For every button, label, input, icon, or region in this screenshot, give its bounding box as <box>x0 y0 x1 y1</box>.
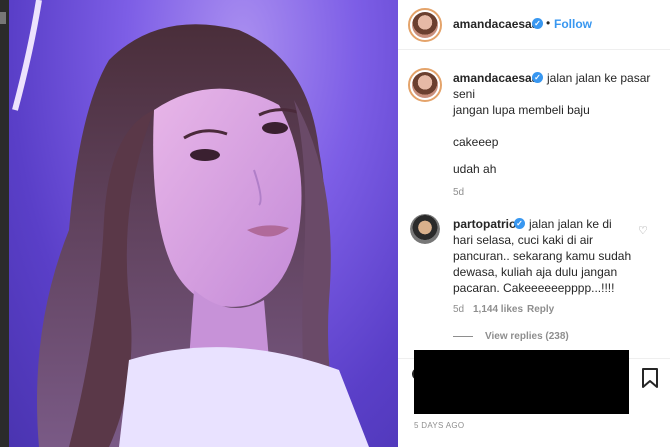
comment-line: pancuran.. sekarang kamu sudah <box>453 249 632 263</box>
view-replies-button[interactable]: View replies (238) <box>485 331 569 342</box>
post-header: amandacaesaa ✓ • Follow <box>398 0 670 50</box>
comment-line: jalan jalan ke di <box>529 217 612 231</box>
white-shirt <box>119 347 369 447</box>
right-eye <box>262 122 288 134</box>
comment-likes[interactable]: 1,144 likes <box>473 304 523 315</box>
background-window-edge <box>0 0 9 447</box>
selfie-illustration <box>12 0 369 447</box>
verified-badge-icon: ✓ <box>532 18 543 29</box>
caption-line: jalan jalan ke pasar <box>547 71 651 85</box>
commenter-avatar[interactable] <box>410 214 440 244</box>
caption-avatar[interactable] <box>408 68 442 102</box>
caption-line: seni <box>453 87 476 101</box>
background-fragment <box>0 12 6 24</box>
caption-timestamp[interactable]: 5d <box>453 187 464 198</box>
neon-light <box>12 0 42 111</box>
separator-dot: • <box>546 16 551 30</box>
reply-button[interactable]: Reply <box>527 304 554 315</box>
post-date[interactable]: 5 DAYS AGO <box>414 421 464 430</box>
verified-badge-icon: ✓ <box>532 72 543 83</box>
left-eye <box>190 149 220 161</box>
author-avatar[interactable] <box>408 8 442 42</box>
avatar-image <box>412 12 438 38</box>
verified-badge-icon: ✓ <box>514 218 525 229</box>
avatar-image <box>412 72 438 98</box>
bookmark-icon[interactable] <box>641 367 659 389</box>
comment-line: dewasa, kuliah aja dulu jangan <box>453 265 618 279</box>
comment-timestamp[interactable]: 5d <box>453 304 464 315</box>
caption-username[interactable]: amandacaesaa <box>453 71 538 85</box>
commenter-username[interactable]: partopatrio <box>453 217 516 231</box>
replies-divider <box>453 336 473 337</box>
comment-line: pacaran. Cakeeeeeepppp...!!!! <box>453 281 615 295</box>
caption-line: cakeeep <box>453 135 499 149</box>
follow-button[interactable]: Follow <box>554 17 592 31</box>
caption-line: jangan lupa membeli baju <box>453 103 590 117</box>
post-photo[interactable] <box>9 0 398 447</box>
comment-line: hari selasa, cuci kaki di air <box>453 233 594 247</box>
avatar-image <box>410 214 440 244</box>
redacted-overlay <box>414 350 629 414</box>
author-username[interactable]: amandacaesaa <box>453 17 538 31</box>
caption-line: udah ah <box>453 162 497 176</box>
heart-icon[interactable]: ♡ <box>638 224 648 237</box>
